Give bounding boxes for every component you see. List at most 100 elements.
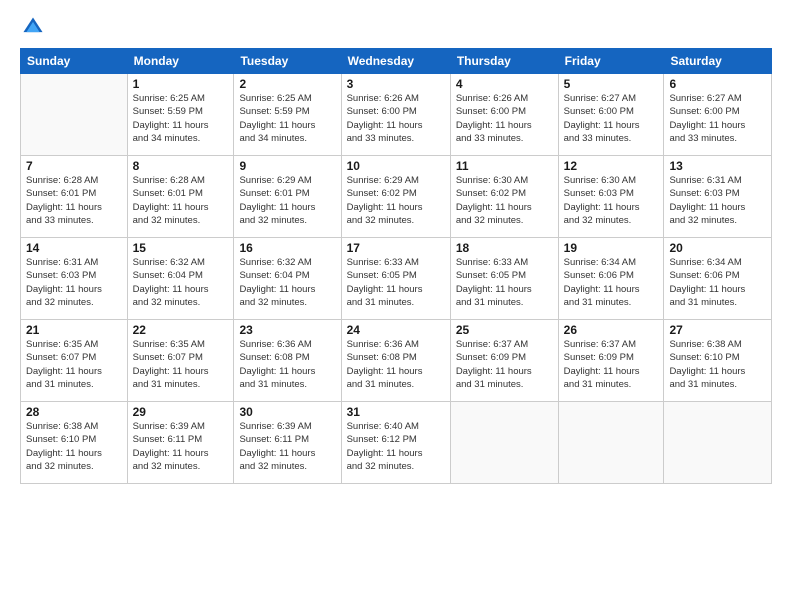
day-info: Sunrise: 6:36 AM Sunset: 6:08 PM Dayligh…: [239, 338, 335, 391]
day-number: 20: [669, 241, 766, 255]
calendar-cell: 10Sunrise: 6:29 AM Sunset: 6:02 PM Dayli…: [341, 156, 450, 238]
col-header-sunday: Sunday: [21, 49, 128, 74]
calendar-cell: 1Sunrise: 6:25 AM Sunset: 5:59 PM Daylig…: [127, 74, 234, 156]
calendar-cell: 26Sunrise: 6:37 AM Sunset: 6:09 PM Dayli…: [558, 320, 664, 402]
day-number: 8: [133, 159, 229, 173]
calendar-cell: 4Sunrise: 6:26 AM Sunset: 6:00 PM Daylig…: [450, 74, 558, 156]
day-number: 9: [239, 159, 335, 173]
day-number: 14: [26, 241, 122, 255]
calendar-cell: 16Sunrise: 6:32 AM Sunset: 6:04 PM Dayli…: [234, 238, 341, 320]
day-info: Sunrise: 6:27 AM Sunset: 6:00 PM Dayligh…: [564, 92, 659, 145]
day-number: 13: [669, 159, 766, 173]
day-number: 6: [669, 77, 766, 91]
day-info: Sunrise: 6:32 AM Sunset: 6:04 PM Dayligh…: [133, 256, 229, 309]
day-number: 5: [564, 77, 659, 91]
calendar-cell: 21Sunrise: 6:35 AM Sunset: 6:07 PM Dayli…: [21, 320, 128, 402]
day-number: 25: [456, 323, 553, 337]
calendar-cell: 14Sunrise: 6:31 AM Sunset: 6:03 PM Dayli…: [21, 238, 128, 320]
day-number: 21: [26, 323, 122, 337]
day-number: 31: [347, 405, 445, 419]
day-number: 30: [239, 405, 335, 419]
calendar-cell: 19Sunrise: 6:34 AM Sunset: 6:06 PM Dayli…: [558, 238, 664, 320]
day-number: 3: [347, 77, 445, 91]
day-number: 11: [456, 159, 553, 173]
day-info: Sunrise: 6:30 AM Sunset: 6:03 PM Dayligh…: [564, 174, 659, 227]
day-info: Sunrise: 6:36 AM Sunset: 6:08 PM Dayligh…: [347, 338, 445, 391]
day-number: 1: [133, 77, 229, 91]
day-number: 12: [564, 159, 659, 173]
calendar-cell: 7Sunrise: 6:28 AM Sunset: 6:01 PM Daylig…: [21, 156, 128, 238]
calendar-cell: [558, 402, 664, 484]
header: [20, 16, 772, 38]
col-header-wednesday: Wednesday: [341, 49, 450, 74]
day-info: Sunrise: 6:25 AM Sunset: 5:59 PM Dayligh…: [133, 92, 229, 145]
logo: [20, 16, 48, 38]
day-info: Sunrise: 6:31 AM Sunset: 6:03 PM Dayligh…: [669, 174, 766, 227]
day-info: Sunrise: 6:33 AM Sunset: 6:05 PM Dayligh…: [347, 256, 445, 309]
col-header-thursday: Thursday: [450, 49, 558, 74]
calendar-cell: 25Sunrise: 6:37 AM Sunset: 6:09 PM Dayli…: [450, 320, 558, 402]
calendar-cell: 18Sunrise: 6:33 AM Sunset: 6:05 PM Dayli…: [450, 238, 558, 320]
day-number: 27: [669, 323, 766, 337]
calendar-cell: 30Sunrise: 6:39 AM Sunset: 6:11 PM Dayli…: [234, 402, 341, 484]
calendar-cell: 22Sunrise: 6:35 AM Sunset: 6:07 PM Dayli…: [127, 320, 234, 402]
day-info: Sunrise: 6:26 AM Sunset: 6:00 PM Dayligh…: [347, 92, 445, 145]
day-number: 23: [239, 323, 335, 337]
calendar-cell: 23Sunrise: 6:36 AM Sunset: 6:08 PM Dayli…: [234, 320, 341, 402]
calendar-cell: 6Sunrise: 6:27 AM Sunset: 6:00 PM Daylig…: [664, 74, 772, 156]
calendar-cell: 24Sunrise: 6:36 AM Sunset: 6:08 PM Dayli…: [341, 320, 450, 402]
calendar-cell: 20Sunrise: 6:34 AM Sunset: 6:06 PM Dayli…: [664, 238, 772, 320]
day-info: Sunrise: 6:29 AM Sunset: 6:02 PM Dayligh…: [347, 174, 445, 227]
calendar-cell: 28Sunrise: 6:38 AM Sunset: 6:10 PM Dayli…: [21, 402, 128, 484]
col-header-friday: Friday: [558, 49, 664, 74]
day-info: Sunrise: 6:30 AM Sunset: 6:02 PM Dayligh…: [456, 174, 553, 227]
day-info: Sunrise: 6:32 AM Sunset: 6:04 PM Dayligh…: [239, 256, 335, 309]
calendar-cell: 31Sunrise: 6:40 AM Sunset: 6:12 PM Dayli…: [341, 402, 450, 484]
day-info: Sunrise: 6:39 AM Sunset: 6:11 PM Dayligh…: [133, 420, 229, 473]
day-info: Sunrise: 6:38 AM Sunset: 6:10 PM Dayligh…: [669, 338, 766, 391]
day-info: Sunrise: 6:26 AM Sunset: 6:00 PM Dayligh…: [456, 92, 553, 145]
calendar-cell: 12Sunrise: 6:30 AM Sunset: 6:03 PM Dayli…: [558, 156, 664, 238]
calendar-cell: 8Sunrise: 6:28 AM Sunset: 6:01 PM Daylig…: [127, 156, 234, 238]
calendar-cell: [664, 402, 772, 484]
day-info: Sunrise: 6:34 AM Sunset: 6:06 PM Dayligh…: [564, 256, 659, 309]
calendar-cell: 17Sunrise: 6:33 AM Sunset: 6:05 PM Dayli…: [341, 238, 450, 320]
day-number: 22: [133, 323, 229, 337]
calendar-cell: 3Sunrise: 6:26 AM Sunset: 6:00 PM Daylig…: [341, 74, 450, 156]
day-number: 28: [26, 405, 122, 419]
day-number: 15: [133, 241, 229, 255]
page: SundayMondayTuesdayWednesdayThursdayFrid…: [0, 0, 792, 612]
day-info: Sunrise: 6:35 AM Sunset: 6:07 PM Dayligh…: [26, 338, 122, 391]
day-info: Sunrise: 6:37 AM Sunset: 6:09 PM Dayligh…: [456, 338, 553, 391]
day-info: Sunrise: 6:27 AM Sunset: 6:00 PM Dayligh…: [669, 92, 766, 145]
calendar-cell: 2Sunrise: 6:25 AM Sunset: 5:59 PM Daylig…: [234, 74, 341, 156]
calendar: SundayMondayTuesdayWednesdayThursdayFrid…: [20, 48, 772, 484]
day-info: Sunrise: 6:34 AM Sunset: 6:06 PM Dayligh…: [669, 256, 766, 309]
calendar-cell: 5Sunrise: 6:27 AM Sunset: 6:00 PM Daylig…: [558, 74, 664, 156]
day-number: 24: [347, 323, 445, 337]
day-number: 4: [456, 77, 553, 91]
calendar-cell: 29Sunrise: 6:39 AM Sunset: 6:11 PM Dayli…: [127, 402, 234, 484]
day-info: Sunrise: 6:35 AM Sunset: 6:07 PM Dayligh…: [133, 338, 229, 391]
day-info: Sunrise: 6:25 AM Sunset: 5:59 PM Dayligh…: [239, 92, 335, 145]
day-number: 17: [347, 241, 445, 255]
day-info: Sunrise: 6:33 AM Sunset: 6:05 PM Dayligh…: [456, 256, 553, 309]
day-number: 19: [564, 241, 659, 255]
day-number: 18: [456, 241, 553, 255]
calendar-cell: 13Sunrise: 6:31 AM Sunset: 6:03 PM Dayli…: [664, 156, 772, 238]
day-number: 2: [239, 77, 335, 91]
col-header-tuesday: Tuesday: [234, 49, 341, 74]
day-info: Sunrise: 6:37 AM Sunset: 6:09 PM Dayligh…: [564, 338, 659, 391]
calendar-cell: [21, 74, 128, 156]
day-info: Sunrise: 6:38 AM Sunset: 6:10 PM Dayligh…: [26, 420, 122, 473]
day-info: Sunrise: 6:28 AM Sunset: 6:01 PM Dayligh…: [133, 174, 229, 227]
day-number: 29: [133, 405, 229, 419]
day-info: Sunrise: 6:29 AM Sunset: 6:01 PM Dayligh…: [239, 174, 335, 227]
col-header-saturday: Saturday: [664, 49, 772, 74]
calendar-cell: 15Sunrise: 6:32 AM Sunset: 6:04 PM Dayli…: [127, 238, 234, 320]
day-info: Sunrise: 6:28 AM Sunset: 6:01 PM Dayligh…: [26, 174, 122, 227]
logo-icon: [22, 16, 44, 38]
day-number: 7: [26, 159, 122, 173]
calendar-cell: 9Sunrise: 6:29 AM Sunset: 6:01 PM Daylig…: [234, 156, 341, 238]
calendar-cell: 11Sunrise: 6:30 AM Sunset: 6:02 PM Dayli…: [450, 156, 558, 238]
